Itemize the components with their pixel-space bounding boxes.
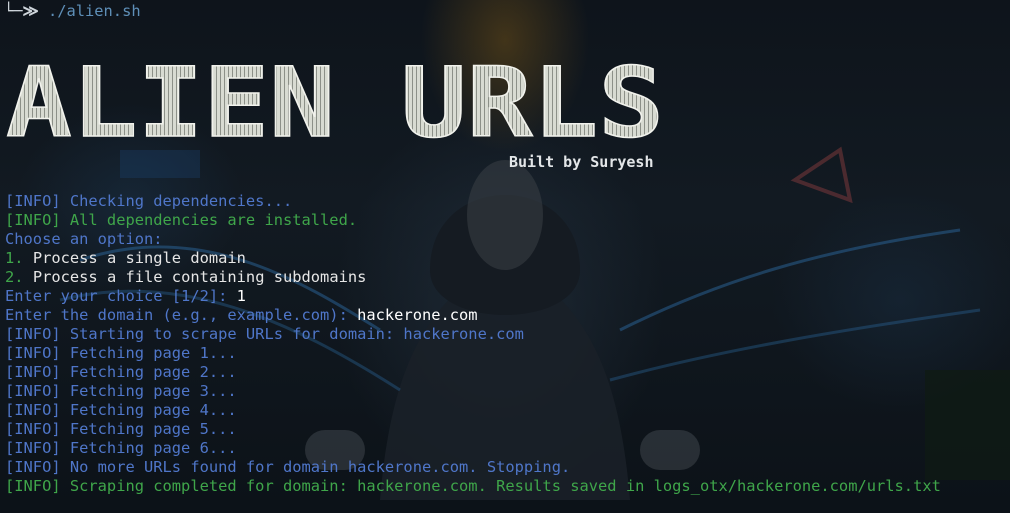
log-stop: [INFO] No more URLs found for domain hac… (5, 458, 571, 476)
banner-credit: Built by Suryesh (509, 153, 654, 171)
log-fetch-page: [INFO] Fetching page 5... (5, 420, 237, 438)
terminal-window[interactable]: └─≫ ./alien.sh ALIEN URLS Built by Surye… (0, 0, 1010, 513)
log-fetch-page: [INFO] Fetching page 4... (5, 401, 237, 419)
log-start-scrape: [INFO] Starting to scrape URLs for domai… (5, 325, 524, 343)
domain-prompt: Enter the domain (e.g., example.com): (5, 306, 358, 324)
log-fetch-page: [INFO] Fetching page 3... (5, 382, 237, 400)
prompt-arrow: └─≫ (4, 2, 39, 20)
domain-input-value: hackerone.com (357, 306, 478, 324)
menu-option-2: 2. Process a file containing subdomains (5, 268, 1005, 287)
domain-prompt-line: Enter the domain (e.g., example.com): ha… (5, 306, 1005, 325)
option-2-label: Process a file containing subdomains (23, 268, 367, 286)
choice-input-value: 1 (236, 287, 246, 305)
banner-title: ALIEN URLS (6, 47, 664, 148)
terminal-output[interactable]: [INFO] Checking dependencies... [INFO] A… (5, 192, 1005, 496)
menu-heading: Choose an option: (5, 230, 163, 248)
log-fetch-page: [INFO] Fetching page 2... (5, 363, 237, 381)
choice-prompt: Enter your choice [1/2]: (5, 287, 237, 305)
option-2-number: 2. (5, 268, 24, 286)
log-deps-ok: [INFO] All dependencies are installed. (5, 211, 358, 229)
ascii-banner: ALIEN URLS (5, 46, 665, 148)
log-complete: [INFO] Scraping completed for domain: ha… (5, 477, 941, 495)
prompt-command: ./alien.sh (47, 2, 141, 20)
log-fetch-page: [INFO] Fetching page 6... (5, 439, 237, 457)
choice-prompt-line: Enter your choice [1/2]: 1 (5, 287, 1005, 306)
log-fetch-page: [INFO] Fetching page 1... (5, 344, 237, 362)
option-1-number: 1. (5, 249, 24, 267)
log-check-deps: [INFO] Checking dependencies... (5, 192, 293, 210)
menu-option-1: 1. Process a single domain (5, 249, 1005, 268)
option-1-label: Process a single domain (23, 249, 246, 267)
shell-prompt: └─≫ ./alien.sh (4, 0, 141, 22)
